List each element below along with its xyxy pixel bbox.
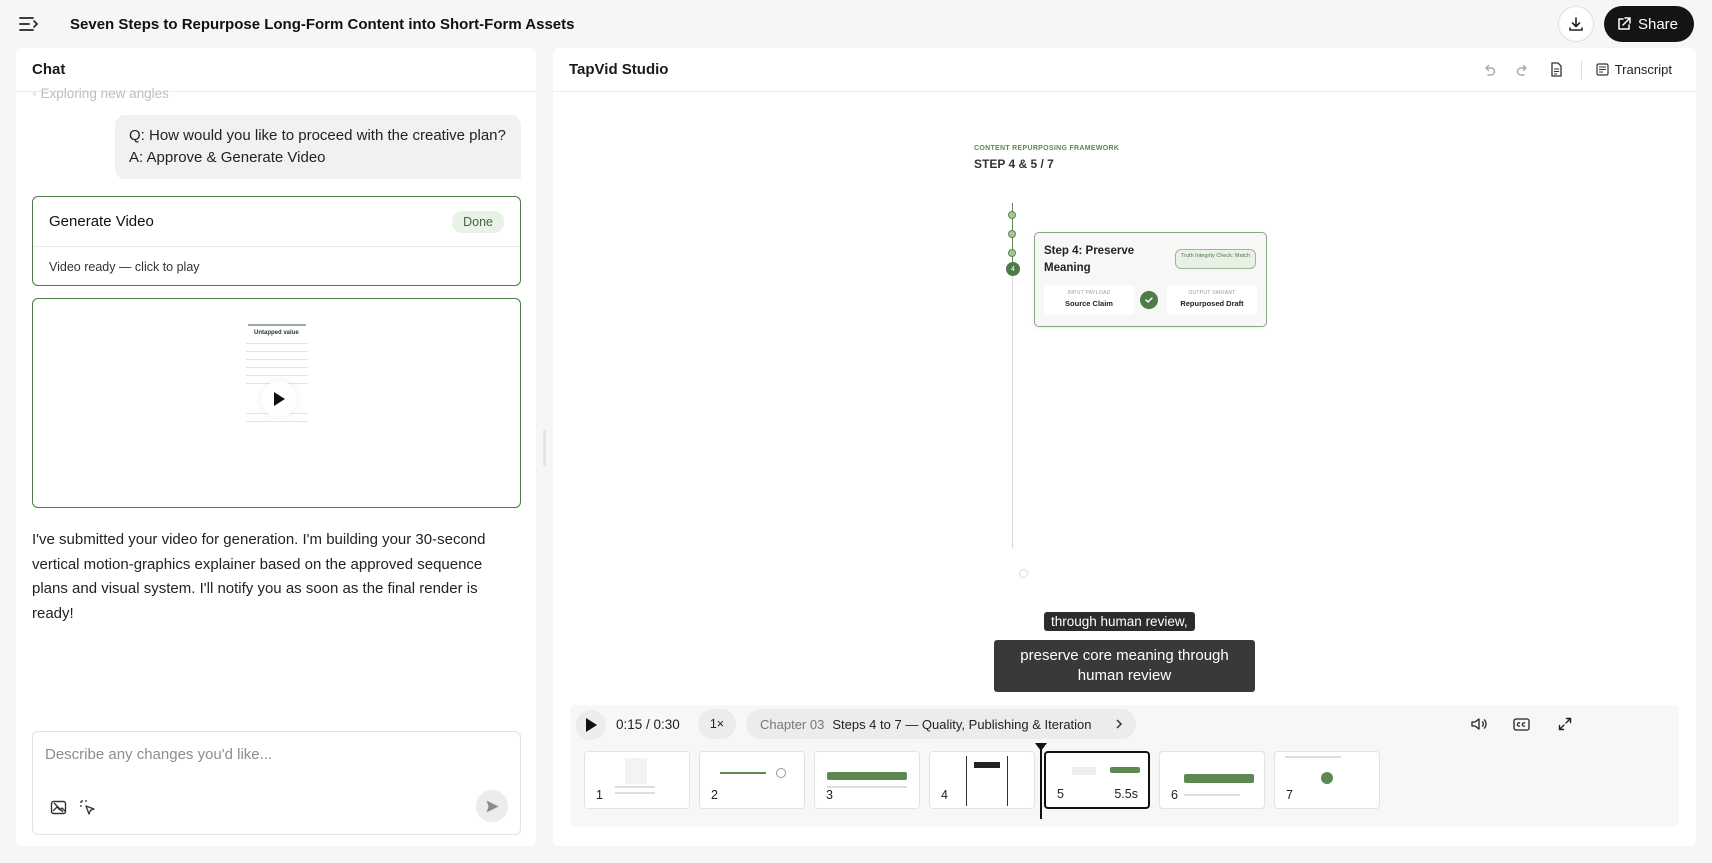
share-button[interactable]: Share [1603,6,1694,42]
fullscreen-icon[interactable] [1554,713,1576,735]
caption-subtitle: preserve core meaning through human revi… [994,640,1255,692]
clip-number: 2 [711,788,718,802]
transcript-label: Transcript [1614,62,1672,77]
step-dot [1008,211,1016,219]
input-payload-label: INPUT PAYLOAD [1067,290,1111,296]
video-preview-card[interactable]: Untapped value [32,298,521,508]
toolbar-divider [1580,60,1582,79]
image-attach-icon[interactable] [47,796,69,818]
check-icon [1140,291,1158,309]
document-icon[interactable] [1547,60,1567,80]
step-number-badge: 4 [1006,262,1020,276]
external-link-icon [1618,17,1631,30]
timeline-clip-1[interactable]: 1 [584,751,690,809]
preview-heading: STEP 4 & 5 / 7 [974,157,1054,171]
play-button[interactable] [576,710,606,740]
playhead[interactable] [1035,743,1047,819]
integrity-chip: Truth Integrity Check: Match [1175,249,1256,269]
timeline-clip-4[interactable]: 4 [929,751,1035,809]
chapter-title: Steps 4 to 7 — Quality, Publishing & Ite… [832,716,1092,732]
generate-video-subtitle: Video ready — click to play [49,260,200,274]
step-card-title: Step 4: Preserve Meaning [1044,245,1135,274]
video-play-button[interactable] [261,381,297,417]
clip-number: 6 [1171,788,1178,802]
user-answer-bubble: Q: How would you like to proceed with th… [115,115,521,179]
volume-icon[interactable] [1468,713,1490,735]
decorative-dot [1019,569,1028,578]
chat-panel: Chat ◦ Exploring new angles Q: How would… [16,48,536,846]
time-display: 0:15 / 0:30 [616,717,680,732]
caption-word-highlight: through human review, [1044,612,1195,631]
clip-number: 5 [1057,787,1064,801]
output-variant-box: OUTPUT VARIANT Repurposed Draft [1167,285,1257,315]
studio-panel: TapVid Studio Transcript CONTENT REPURPO… [553,48,1696,846]
playback-speed-button[interactable]: 1× [698,709,736,739]
send-button[interactable] [476,790,508,822]
studio-title: TapVid Studio [569,61,669,78]
video-thumb-title: Untapped value [254,330,299,336]
clip-number: 4 [941,788,948,802]
output-variant-value: Repurposed Draft [1180,299,1244,308]
timeline-clip-7[interactable]: 7 [1274,751,1380,809]
status-badge: Done [452,210,504,233]
step-dot [1008,230,1016,238]
timeline-clip-2[interactable]: 2 [699,751,805,809]
clip-number: 7 [1286,788,1293,802]
captions-icon[interactable] [1510,713,1532,735]
play-icon [586,718,597,732]
generate-video-card[interactable]: Generate Video Done Video ready — click … [32,196,521,286]
timeline-clip-6[interactable]: 6 [1159,751,1265,809]
panel-resize-handle[interactable] [543,430,546,466]
output-variant-label: OUTPUT VARIANT [1188,290,1236,296]
top-bar: Seven Steps to Repurpose Long-Form Conte… [0,0,1712,48]
timeline-clip-3[interactable]: 3 [814,751,920,809]
transcript-icon [1596,63,1609,76]
player-controls: 0:15 / 0:30 1× Chapter 03 Steps 4 to 7 —… [570,705,1679,827]
share-label: Share [1637,15,1678,33]
undo-icon[interactable] [1479,60,1499,80]
clip-number: 1 [596,788,603,802]
chapter-number: Chapter 03 [760,716,825,732]
step-dot [1008,249,1016,257]
composer-input[interactable] [45,742,505,766]
transcript-button[interactable]: Transcript [1596,62,1680,77]
send-icon [486,800,498,812]
download-icon [1569,17,1583,31]
input-payload-value: Source Claim [1065,299,1113,308]
cursor-select-icon[interactable] [76,796,98,818]
preview-kicker: CONTENT REPURPOSING FRAMEWORK [974,145,1120,152]
clip-number: 3 [826,788,833,802]
qa-answer: A: Approve & Generate Video [129,149,326,166]
qa-question: Q: How would you like to proceed with th… [129,127,506,144]
clip-duration: 5.5s [1114,787,1138,801]
project-title: Seven Steps to Repurpose Long-Form Conte… [70,15,575,33]
faded-status-line: ◦ Exploring new angles [32,86,169,101]
chevron-right-icon [1115,719,1122,729]
step-card: Step 4: Preserve Meaning Truth Integrity… [1034,232,1267,327]
download-button[interactable] [1557,6,1594,42]
assistant-message: I've submitted your video for generation… [32,531,486,622]
redo-icon[interactable] [1513,60,1533,80]
generate-video-title: Generate Video [49,213,154,230]
chapter-selector[interactable]: Chapter 03 Steps 4 to 7 — Quality, Publi… [746,709,1136,739]
input-payload-box: INPUT PAYLOAD Source Claim [1044,285,1134,315]
composer [32,731,521,835]
play-icon [274,392,285,406]
sidebar-toggle-icon[interactable] [18,13,40,35]
timeline-clip-5[interactable]: 5 5.5s [1044,751,1150,809]
